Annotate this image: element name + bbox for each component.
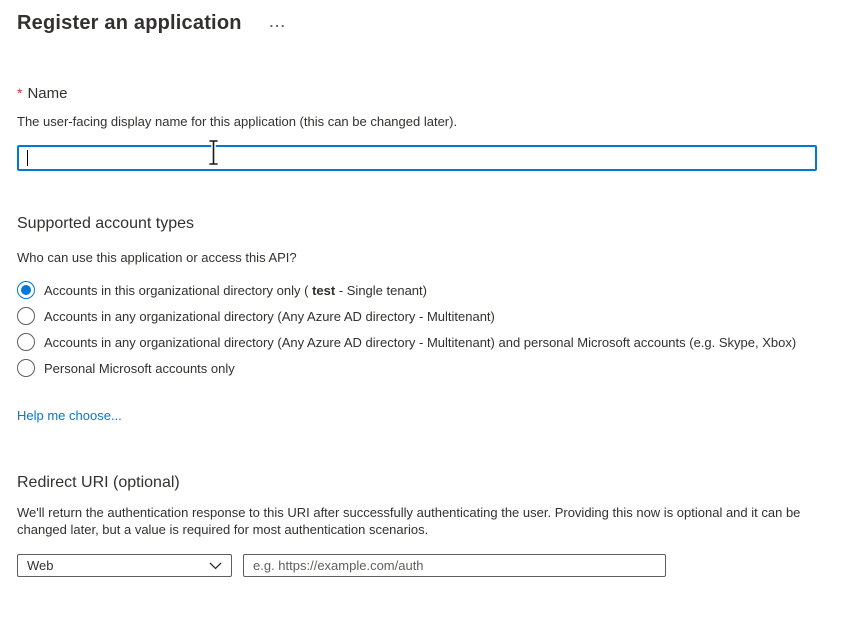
radio-option-personal-only[interactable]: Personal Microsoft accounts only: [17, 355, 863, 381]
radio-option-single-tenant[interactable]: Accounts in this organizational director…: [17, 277, 863, 303]
radio-label-suffix: - Single tenant): [335, 283, 427, 298]
more-options-icon[interactable]: ...: [268, 16, 289, 30]
radio-label-multitenant: Accounts in any organizational directory…: [44, 309, 495, 324]
account-types-radio-group: Accounts in this organizational director…: [17, 277, 863, 381]
radio-button[interactable]: [17, 333, 35, 351]
page-title: Register an application: [17, 12, 242, 35]
name-input-wrap: [17, 145, 817, 171]
supported-account-types-heading: Supported account types: [17, 215, 863, 233]
platform-selected-value: Web: [27, 558, 54, 573]
radio-button-selected[interactable]: [17, 281, 35, 299]
name-field-description: The user-facing display name for this ap…: [17, 114, 863, 129]
account-types-question: Who can use this application or access t…: [17, 250, 863, 265]
radio-label-personal-only: Personal Microsoft accounts only: [44, 361, 235, 376]
redirect-uri-heading: Redirect URI (optional): [17, 474, 863, 492]
name-input[interactable]: [17, 145, 817, 171]
register-application-page: Register an application ... * Name The us…: [0, 0, 863, 577]
radio-label-multitenant-personal: Accounts in any organizational directory…: [44, 335, 796, 350]
chevron-down-icon: [209, 562, 222, 570]
radio-option-multitenant-personal[interactable]: Accounts in any organizational directory…: [17, 329, 863, 355]
redirect-uri-description: We'll return the authentication response…: [17, 504, 807, 538]
radio-button[interactable]: [17, 307, 35, 325]
help-me-choose-link[interactable]: Help me choose...: [17, 408, 122, 423]
redirect-uri-input[interactable]: [243, 554, 666, 577]
radio-dot: [21, 285, 31, 295]
name-label-text: Name: [27, 85, 67, 102]
radio-option-multitenant[interactable]: Accounts in any organizational directory…: [17, 303, 863, 329]
platform-select-dropdown[interactable]: Web: [17, 554, 232, 577]
radio-label-prefix: Accounts in this organizational director…: [44, 283, 312, 298]
tenant-name: test: [312, 283, 335, 298]
required-asterisk: *: [17, 85, 22, 101]
page-header: Register an application ...: [17, 8, 863, 38]
redirect-uri-controls: Web: [17, 554, 863, 577]
name-field-label: * Name: [17, 85, 863, 102]
radio-button[interactable]: [17, 359, 35, 377]
radio-label-single-tenant: Accounts in this organizational director…: [44, 283, 427, 298]
